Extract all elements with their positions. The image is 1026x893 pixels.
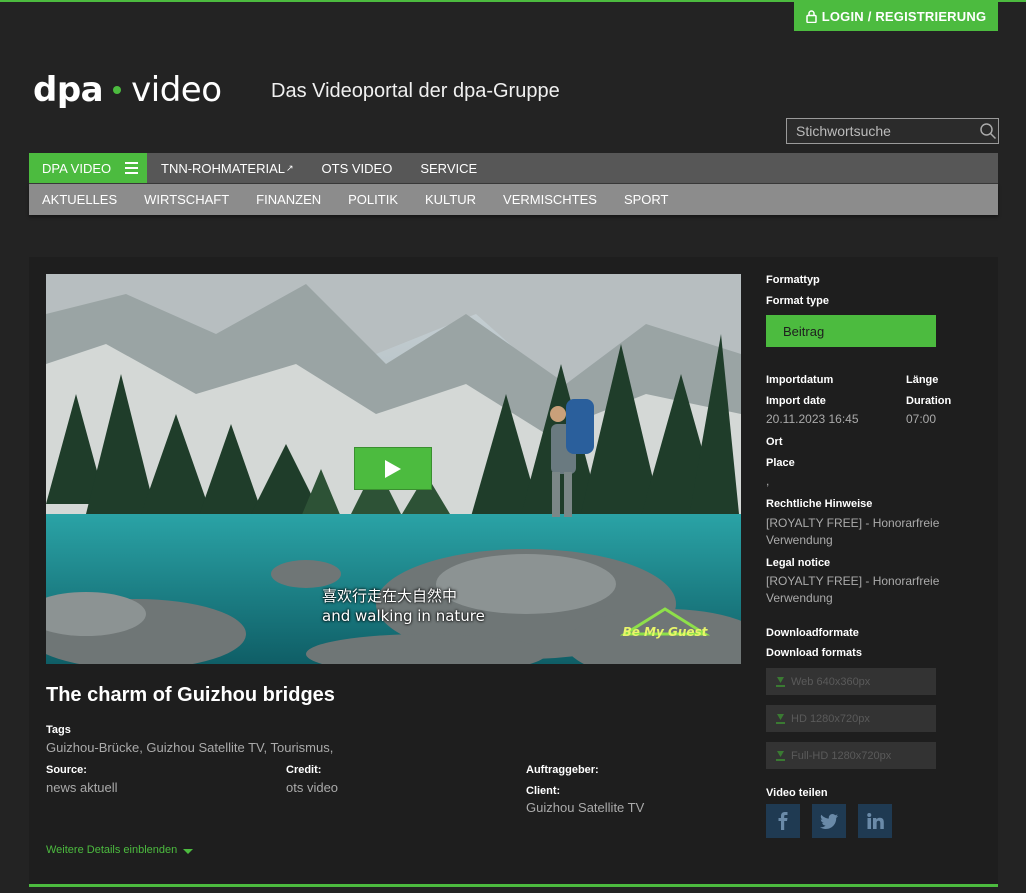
credit-value: ots video — [286, 780, 339, 795]
nav-vermischtes[interactable]: VERMISCHTES — [490, 192, 611, 207]
twitter-icon — [820, 813, 838, 829]
login-label: LOGIN / REGISTRIERUNG — [821, 9, 987, 24]
source-label: Source: — [46, 764, 87, 776]
nav-service[interactable]: SERVICE — [406, 153, 491, 183]
linkedin-icon — [866, 813, 884, 829]
download-icon — [776, 750, 785, 761]
nav-finanzen[interactable]: FINANZEN — [243, 192, 335, 207]
source-value: news aktuell — [46, 780, 118, 795]
more-details-label: Weitere Details einblenden — [46, 844, 178, 856]
nav-sport[interactable]: SPORT — [611, 192, 683, 207]
nav-dpa-video[interactable]: DPA VIDEO — [29, 153, 147, 183]
nav-politik[interactable]: POLITIK — [335, 192, 412, 207]
video-subtitles: 喜欢行走在大自然中 and walking in nature — [322, 586, 485, 626]
category-navigation: AKTUELLES WIRTSCHAFT FINANZEN POLITIK KU… — [29, 184, 998, 215]
nav-tnn-rohmaterial[interactable]: TNN-ROHMATERIAL ↗ — [147, 153, 308, 183]
laenge-label: Länge — [906, 374, 939, 386]
import-date-label: Import date — [766, 395, 826, 407]
format-type-label: Format type — [766, 295, 829, 307]
video-title: The charm of Guizhou bridges — [46, 684, 335, 706]
more-details-toggle[interactable]: Weitere Details einblenden — [46, 844, 194, 856]
tags-label: Tags — [46, 724, 71, 736]
download-hd-button[interactable]: HD 1280x720px — [766, 705, 936, 732]
svg-text:Be My Guest: Be My Guest — [623, 625, 709, 639]
main-navigation: DPA VIDEO TNN-ROHMATERIAL ↗ OTS VIDEO SER… — [29, 153, 998, 184]
share-facebook-button[interactable] — [766, 804, 800, 838]
duration-value: 07:00 — [906, 412, 937, 426]
place-value: , — [766, 474, 770, 488]
search-input[interactable] — [787, 119, 977, 143]
login-button[interactable]: LOGIN / REGISTRIERUNG — [794, 2, 998, 31]
share-label: Video teilen — [766, 787, 828, 799]
ort-label: Ort — [766, 436, 783, 448]
video-player[interactable]: 喜欢行走在大自然中 and walking in nature Be My Gu… — [46, 274, 741, 664]
auftraggeber-label: Auftraggeber: — [526, 764, 599, 776]
video-detail-panel: 喜欢行走在大自然中 and walking in nature Be My Gu… — [29, 257, 998, 885]
site-tagline: Das Videoportal der dpa-Gruppe — [271, 80, 560, 102]
format-type-badge: Beitrag — [766, 315, 936, 347]
tags-value: Guizhou-Brücke, Guizhou Satellite TV, To… — [46, 740, 334, 755]
rechtliche-hinweise-label: Rechtliche Hinweise — [766, 498, 873, 510]
logo-dot — [113, 86, 122, 94]
download-icon — [776, 713, 785, 724]
share-twitter-button[interactable] — [812, 804, 846, 838]
legal-notice-label: Legal notice — [766, 557, 831, 569]
download-fullhd-button[interactable]: Full-HD 1280x720px — [766, 742, 936, 769]
client-value: Guizhou Satellite TV — [526, 800, 645, 815]
play-icon — [385, 459, 401, 478]
legal-notice-value: [ROYALTY FREE] - Honorarfreie Verwendung — [766, 574, 940, 605]
caret-down-icon — [183, 848, 194, 854]
facebook-icon — [778, 812, 788, 830]
credit-label: Credit: — [286, 764, 322, 776]
client-label: Client: — [526, 785, 561, 797]
subtitle-line-english: and walking in nature — [322, 607, 485, 625]
download-web-button[interactable]: Web 640x360px — [766, 668, 936, 695]
rechtliche-hinweise-value: [ROYALTY FREE] - Honorarfreie Verwendung — [766, 516, 940, 547]
external-link-icon: ↗ — [285, 162, 294, 173]
share-linkedin-button[interactable] — [858, 804, 892, 838]
download-hd-label: HD 1280x720px — [791, 712, 870, 725]
duration-label: Duration — [906, 395, 952, 407]
bottom-accent-line — [29, 884, 998, 887]
play-button[interactable] — [354, 447, 432, 490]
hamburger-menu-icon[interactable] — [125, 162, 139, 174]
nav-aktuelles[interactable]: AKTUELLES — [29, 192, 131, 207]
download-fullhd-label: Full-HD 1280x720px — [791, 749, 892, 762]
nav-ots-video[interactable]: OTS VIDEO — [308, 153, 407, 183]
download-icon — [776, 676, 785, 687]
nav-dpa-video-label: DPA VIDEO — [42, 160, 112, 176]
downloadformate-label: Downloadformate — [766, 627, 859, 639]
subtitle-line-chinese: 喜欢行走在大自然中 — [322, 587, 458, 605]
nav-kultur[interactable]: KULTUR — [412, 192, 490, 207]
place-label: Place — [766, 457, 795, 469]
nav-service-label: SERVICE — [420, 160, 478, 176]
nav-wirtschaft[interactable]: WIRTSCHAFT — [131, 192, 243, 207]
formattyp-label: Formattyp — [766, 274, 820, 286]
lock-icon — [805, 10, 817, 23]
logo-video-text: video — [131, 70, 222, 110]
be-my-guest-logo: Be My Guest — [620, 607, 710, 639]
search-box — [786, 118, 999, 144]
nav-ots-label: OTS VIDEO — [321, 160, 393, 176]
download-web-label: Web 640x360px — [791, 675, 871, 688]
import-date-value: 20.11.2023 16:45 — [766, 412, 859, 426]
importdatum-label: Importdatum — [766, 374, 834, 386]
search-icon[interactable] — [977, 119, 998, 143]
nav-tnn-label: TNN-ROHMATERIAL — [161, 160, 285, 176]
dpa-video-logo[interactable]: dpa video — [33, 70, 222, 110]
download-formats-label: Download formats — [766, 647, 862, 659]
logo-dpa-text: dpa — [33, 70, 104, 110]
